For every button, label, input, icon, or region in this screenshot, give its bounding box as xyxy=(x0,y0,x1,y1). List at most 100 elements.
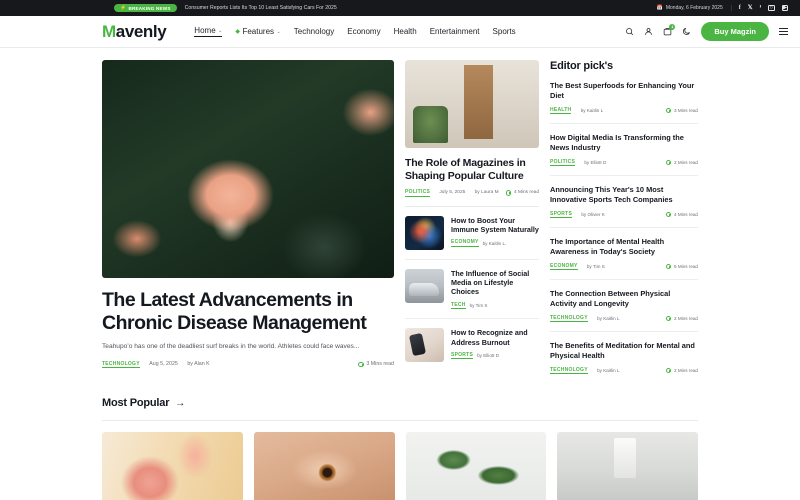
list-item-author: by Kaitlin L. xyxy=(482,240,507,246)
nav-item-health[interactable]: Health xyxy=(394,27,417,36)
top-bar: ⚡ BREAKING NEWS Consumer Reports Lists I… xyxy=(0,0,800,16)
feature-date: July 5, 2025 xyxy=(439,190,466,196)
arrow-right-icon[interactable]: → xyxy=(175,398,185,409)
category-badge[interactable]: TECHNOLOGY xyxy=(102,361,140,369)
most-popular-card[interactable] xyxy=(253,432,395,500)
editor-pick-item[interactable]: The Best Superfoods for Enhancing Your D… xyxy=(550,72,698,125)
nav-item-technology[interactable]: Technology xyxy=(294,27,334,36)
editor-pick-readtime: 2 Mins read xyxy=(665,315,698,322)
readtime-label: 3 Mins read xyxy=(673,107,698,113)
instagram-icon[interactable]: ○ xyxy=(768,4,775,12)
facebook-icon[interactable]: f xyxy=(739,5,741,11)
user-icon[interactable] xyxy=(644,27,653,36)
hero-readtime: 3 Mins read xyxy=(358,361,394,367)
breaking-news-label: BREAKING NEWS xyxy=(128,5,171,11)
nav-menu: Home ⌄ ◆ Features ⌄ Technology Economy H… xyxy=(194,26,516,37)
most-popular-card[interactable] xyxy=(557,432,698,500)
list-item[interactable]: How to Boost Your Immune System Naturall… xyxy=(405,207,539,260)
main-content: The Latest Advancements in Chronic Disea… xyxy=(0,48,800,383)
editor-pick-item[interactable]: Announcing This Year's 10 Most Innovativ… xyxy=(550,176,698,229)
nav-item-entertainment[interactable]: Entertainment xyxy=(430,27,480,36)
category-badge[interactable]: HEALTH xyxy=(550,107,572,115)
nav-item-economy[interactable]: Economy xyxy=(347,27,380,36)
clock-icon xyxy=(665,107,672,114)
hero-author: by Alan K xyxy=(187,361,210,368)
hero-meta: TECHNOLOGY Aug 5, 2025 by Alan K 3 Mins … xyxy=(102,361,394,369)
editor-picks-heading: Editor pick's xyxy=(550,60,613,72)
meta-separator xyxy=(469,190,470,195)
editor-pick-readtime: 5 Mins read xyxy=(665,263,698,270)
most-popular-header[interactable]: Most Popular → xyxy=(102,397,698,409)
most-popular-card[interactable] xyxy=(102,432,243,500)
category-badge[interactable]: POLITICS xyxy=(550,159,576,167)
editor-pick-author: by Kaitlin L xyxy=(580,107,604,113)
editor-pick-title[interactable]: The Connection Between Physical Activity… xyxy=(550,289,698,309)
feature-title[interactable]: The Role of Magazines in Shaping Popular… xyxy=(405,157,539,182)
most-popular-card[interactable] xyxy=(405,432,547,500)
breaking-news-headline[interactable]: Consumer Reports Lists Its Top 10 Least … xyxy=(185,5,337,11)
x-twitter-icon[interactable]: 𝕏 xyxy=(748,5,753,11)
clock-icon xyxy=(665,367,672,374)
meta-separator xyxy=(182,361,183,367)
readtime-label: 5 Mins read xyxy=(673,263,698,269)
category-badge[interactable]: TECH xyxy=(451,302,466,310)
nav-item-sports[interactable]: Sports xyxy=(493,27,516,36)
editor-pick-item[interactable]: How Digital Media Is Transforming the Ne… xyxy=(550,124,698,177)
editor-pick-title[interactable]: How Digital Media Is Transforming the Ne… xyxy=(550,133,698,153)
most-popular-section: Most Popular → xyxy=(0,383,800,500)
pinterest-icon[interactable]: ᴵ xyxy=(760,5,761,11)
site-logo[interactable]: Mavenly xyxy=(102,22,167,42)
editor-pick-item[interactable]: The Importance of Mental Health Awarenes… xyxy=(550,228,698,281)
editor-pick-author: by Kaitlin L xyxy=(597,367,620,373)
cart-count-badge: 1 xyxy=(669,24,676,30)
main-navigation: Mavenly Home ⌄ ◆ Features ⌄ Technology E… xyxy=(0,16,800,48)
nav-label: Features xyxy=(242,27,275,36)
search-icon[interactable] xyxy=(625,27,634,36)
editor-pick-readtime: 4 Mins read xyxy=(665,211,698,218)
hamburger-icon[interactable] xyxy=(779,28,788,35)
hero-article[interactable]: The Latest Advancements in Chronic Disea… xyxy=(102,60,394,383)
readtime-label: 3 Mins read xyxy=(366,361,394,368)
editor-pick-meta: TECHNOLOGY by Kaitlin L 2 Mins read xyxy=(550,367,698,375)
editor-picks-sidebar: Editor pick's The Best Superfoods for En… xyxy=(550,60,698,383)
category-badge[interactable]: TECHNOLOGY xyxy=(550,367,588,375)
category-badge[interactable]: POLITICS xyxy=(405,189,431,197)
category-badge[interactable]: ECONOMY xyxy=(550,263,578,271)
editor-pick-item[interactable]: The Benefits of Meditation for Mental an… xyxy=(550,332,698,383)
hero-title[interactable]: The Latest Advancements in Chronic Disea… xyxy=(102,289,394,335)
list-item[interactable]: The Influence of Social Media on Lifesty… xyxy=(405,260,539,320)
feature-author: by Laura M xyxy=(474,190,499,196)
category-badge[interactable]: ECONOMY xyxy=(451,239,479,247)
cart-icon[interactable]: 1 xyxy=(663,24,676,36)
editor-pick-meta: ECONOMY by Tim S 5 Mins read xyxy=(550,263,698,271)
nav-label: Home xyxy=(194,26,216,35)
clock-icon xyxy=(665,263,672,270)
youtube-icon[interactable]: ▶ xyxy=(781,4,788,12)
calendar-icon: 📅 xyxy=(656,5,663,11)
list-item-title[interactable]: How to Recognize and Address Burnout xyxy=(451,328,539,347)
category-badge[interactable]: TECHNOLOGY xyxy=(550,315,588,323)
list-item-author: by Elliott D xyxy=(477,353,500,359)
category-badge[interactable]: SPORTS xyxy=(550,211,573,219)
editor-pick-title[interactable]: The Best Superfoods for Enhancing Your D… xyxy=(550,81,698,101)
list-item-title[interactable]: The Influence of Social Media on Lifesty… xyxy=(451,269,539,297)
editor-pick-author: by Kaitlin L xyxy=(597,315,620,321)
nav-item-features[interactable]: ◆ Features ⌄ xyxy=(235,27,280,36)
list-item-title[interactable]: How to Boost Your Immune System Naturall… xyxy=(451,216,539,235)
editor-pick-title[interactable]: Announcing This Year's 10 Most Innovativ… xyxy=(550,185,698,205)
meta-separator xyxy=(576,212,577,217)
editor-pick-title[interactable]: The Importance of Mental Health Awarenes… xyxy=(550,237,698,257)
editor-pick-meta: SPORTS by Olivier K 4 Mins read xyxy=(550,211,698,219)
editor-pick-item[interactable]: The Connection Between Physical Activity… xyxy=(550,280,698,333)
clock-icon xyxy=(505,190,512,196)
buy-magzin-button[interactable]: Buy Magzin xyxy=(701,22,769,41)
editor-pick-title[interactable]: The Benefits of Meditation for Mental an… xyxy=(550,341,698,361)
feature-image xyxy=(405,60,539,148)
moon-icon[interactable] xyxy=(682,27,691,36)
editor-pick-readtime: 2 Mins read xyxy=(665,159,698,166)
list-item[interactable]: How to Recognize and Address Burnout SPO… xyxy=(405,319,539,371)
readtime-label: 2 Mins read xyxy=(673,315,698,321)
nav-item-home[interactable]: Home ⌄ xyxy=(194,26,223,37)
category-badge[interactable]: SPORTS xyxy=(451,352,474,360)
meta-separator xyxy=(579,160,580,165)
